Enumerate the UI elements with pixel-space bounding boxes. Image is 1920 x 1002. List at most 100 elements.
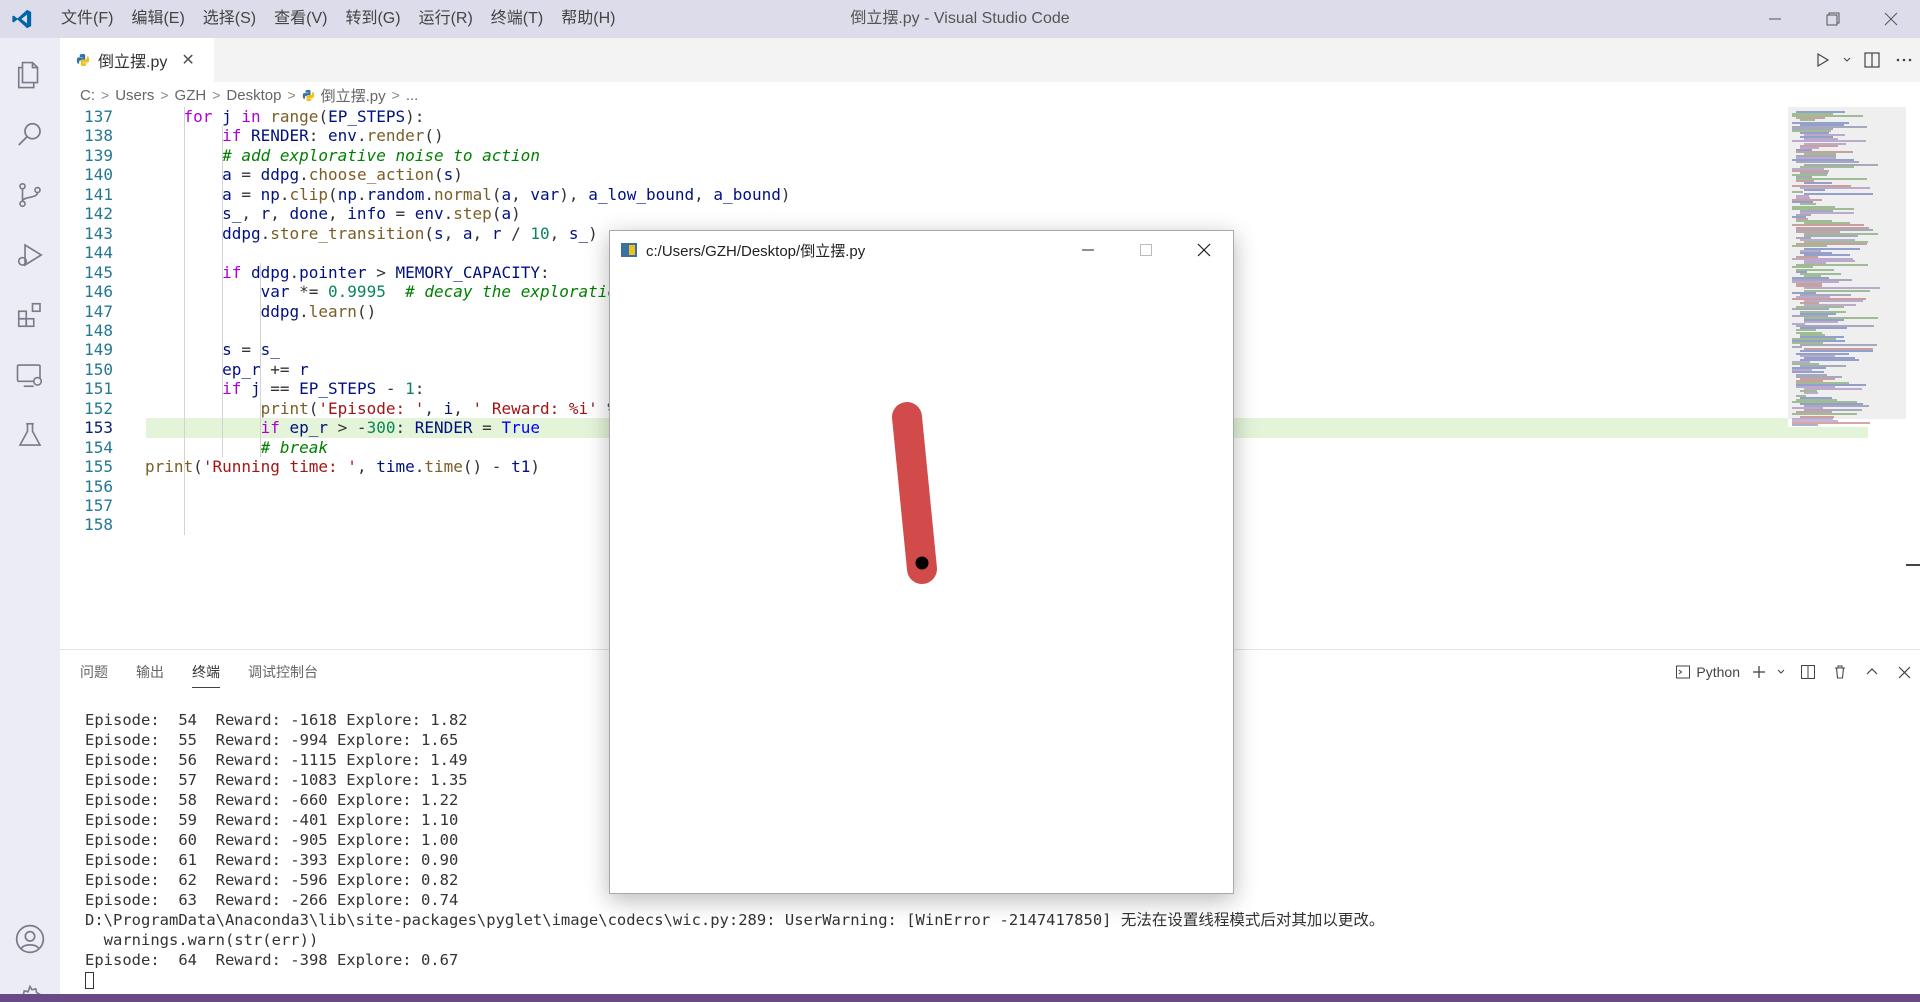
line-number: 137 [84, 107, 113, 126]
run-python-file-icon[interactable] [1806, 38, 1838, 82]
terminal-line: Episode: 64 Reward: -398 Explore: 0.67 [85, 951, 459, 969]
line-number: 140 [84, 165, 113, 185]
code-text: s_, r, done, info = env.step(a) [222, 204, 521, 224]
menu-run[interactable]: 运行(R) [410, 0, 482, 38]
menu-selection[interactable]: 选择(S) [194, 0, 265, 38]
menu-help[interactable]: 帮助(H) [552, 0, 624, 38]
pyglet-maximize-button[interactable] [1117, 231, 1175, 269]
menu-go[interactable]: 转到(G) [336, 0, 409, 38]
code-text: if j == EP_STEPS - 1: [222, 379, 425, 399]
breadcrumb-drive[interactable]: C: [80, 87, 95, 104]
breadcrumb-users[interactable]: Users [115, 87, 154, 104]
tab-close-button[interactable]: ✕ [181, 50, 194, 70]
pendulum-canvas [892, 402, 937, 584]
menu-edit[interactable]: 编辑(E) [122, 0, 193, 38]
code-line[interactable]: 138 if RENDER: env.render() [60, 126, 1780, 145]
code-text: print('Episode: ', i, ' Reward: %i' % [260, 398, 618, 418]
pendulum-rod [892, 402, 937, 584]
restore-button[interactable] [1804, 0, 1862, 38]
breadcrumb-gzh[interactable]: GZH [175, 87, 207, 104]
code-text: if ddpg.pointer > MEMORY_CAPACITY: [222, 262, 550, 282]
breadcrumb-file[interactable]: 倒立摆.py [321, 85, 386, 106]
line-number: 139 [84, 145, 113, 165]
run-dropdown-chevron-icon[interactable] [1838, 38, 1856, 82]
line-number: 150 [84, 359, 113, 379]
trash-icon[interactable] [1824, 650, 1856, 694]
pyglet-minimize-button[interactable] [1059, 231, 1117, 269]
tab-problems[interactable]: 问题 [80, 650, 108, 694]
line-number: 154 [84, 437, 113, 457]
line-number: 143 [84, 223, 113, 243]
chevron-right-icon: > [391, 87, 400, 103]
pyglet-window-titlebar[interactable]: c:/Users/GZH/Desktop/倒立摆.py [610, 231, 1233, 269]
python-file-icon [302, 89, 314, 101]
code-text: var *= 0.9995 # decay the exploration [260, 282, 627, 302]
code-text: a = ddpg.choose_action(s) [222, 165, 463, 185]
more-actions-icon[interactable] [1888, 38, 1920, 82]
code-text: if ep_r > -300: RENDER = True [260, 418, 540, 438]
line-number: 138 [84, 126, 113, 146]
terminal-prompt-line[interactable] [85, 970, 1885, 990]
menu-view[interactable]: 查看(V) [265, 0, 336, 38]
terminal-dropdown-chevron-icon[interactable] [1770, 650, 1792, 694]
close-window-button[interactable] [1862, 0, 1920, 38]
code-line[interactable]: 141 a = np.clip(np.random.normal(a, var)… [60, 185, 1780, 204]
editor-tab-bar: 倒立摆.py ✕ [60, 38, 1920, 82]
line-number: 147 [84, 301, 113, 321]
scrollbar-position-marker [1906, 564, 1920, 566]
line-number: 152 [84, 398, 113, 418]
line-number: 142 [84, 204, 113, 224]
extensions-icon[interactable] [0, 286, 60, 344]
code-text: a = np.clip(np.random.normal(a, var), a_… [222, 184, 791, 204]
tab-debug-console[interactable]: 调试控制台 [248, 650, 318, 694]
tab-inverted-pendulum-py[interactable]: 倒立摆.py ✕ [60, 38, 214, 82]
pyglet-close-button[interactable] [1175, 231, 1233, 269]
code-text: if RENDER: env.render() [222, 126, 444, 146]
pyglet-render-window[interactable]: c:/Users/GZH/Desktop/倒立摆.py [609, 230, 1234, 894]
menu-terminal[interactable]: 终端(T) [482, 0, 552, 38]
tab-terminal[interactable]: 终端 [192, 650, 220, 694]
explorer-icon[interactable] [0, 46, 60, 104]
breadcrumb-symbol[interactable]: ... [406, 87, 419, 104]
code-line[interactable]: 139 # add explorative noise to action [60, 146, 1780, 165]
chevron-right-icon: > [160, 87, 169, 103]
chevron-right-icon: > [212, 87, 221, 103]
code-text: # break [260, 437, 329, 457]
source-control-icon[interactable] [0, 166, 60, 224]
line-number: 157 [84, 496, 113, 515]
minimize-button[interactable] [1746, 0, 1804, 38]
menu-file[interactable]: 文件(F) [52, 0, 122, 38]
minimap-slider[interactable] [1788, 107, 1906, 419]
python-file-icon [76, 53, 90, 67]
search-icon[interactable] [0, 106, 60, 164]
line-number: 155 [84, 457, 113, 477]
new-terminal-icon[interactable] [1748, 650, 1770, 694]
indent-guide [222, 126, 223, 458]
terminal-line: warnings.warn(str(err)) [85, 931, 319, 949]
tab-output[interactable]: 输出 [136, 650, 164, 694]
code-line[interactable]: 140 a = ddpg.choose_action(s) [60, 165, 1780, 184]
close-panel-icon[interactable] [1888, 650, 1920, 694]
indent-guide [184, 107, 185, 535]
code-line[interactable]: 142 s_, r, done, info = env.step(a) [60, 204, 1780, 223]
tab-label: 倒立摆.py [98, 54, 168, 71]
breadcrumb: C: > Users > GZH > Desktop > 倒立摆.py > ..… [60, 82, 1920, 108]
code-text: for j in range(EP_STEPS): [183, 107, 425, 126]
remote-explorer-icon[interactable] [0, 346, 60, 404]
indent-guide [260, 379, 261, 438]
vscode-logo-icon [0, 0, 44, 38]
testing-icon[interactable] [0, 406, 60, 464]
line-number: 141 [84, 184, 113, 204]
split-terminal-icon[interactable] [1792, 650, 1824, 694]
run-debug-icon[interactable] [0, 226, 60, 284]
breadcrumb-desktop[interactable]: Desktop [226, 87, 281, 104]
split-editor-icon[interactable] [1856, 38, 1888, 82]
code-text: # add explorative noise to action [222, 145, 540, 165]
pyglet-window-title: c:/Users/GZH/Desktop/倒立摆.py [646, 242, 866, 260]
maximize-panel-chevron-up-icon[interactable] [1856, 650, 1888, 694]
terminal-shell-selector[interactable]: Python [1667, 664, 1748, 680]
code-line[interactable]: 137 for j in range(EP_STEPS): [60, 107, 1780, 126]
line-number: 151 [84, 379, 113, 399]
activity-bar [0, 38, 60, 1002]
account-icon[interactable] [0, 910, 60, 968]
